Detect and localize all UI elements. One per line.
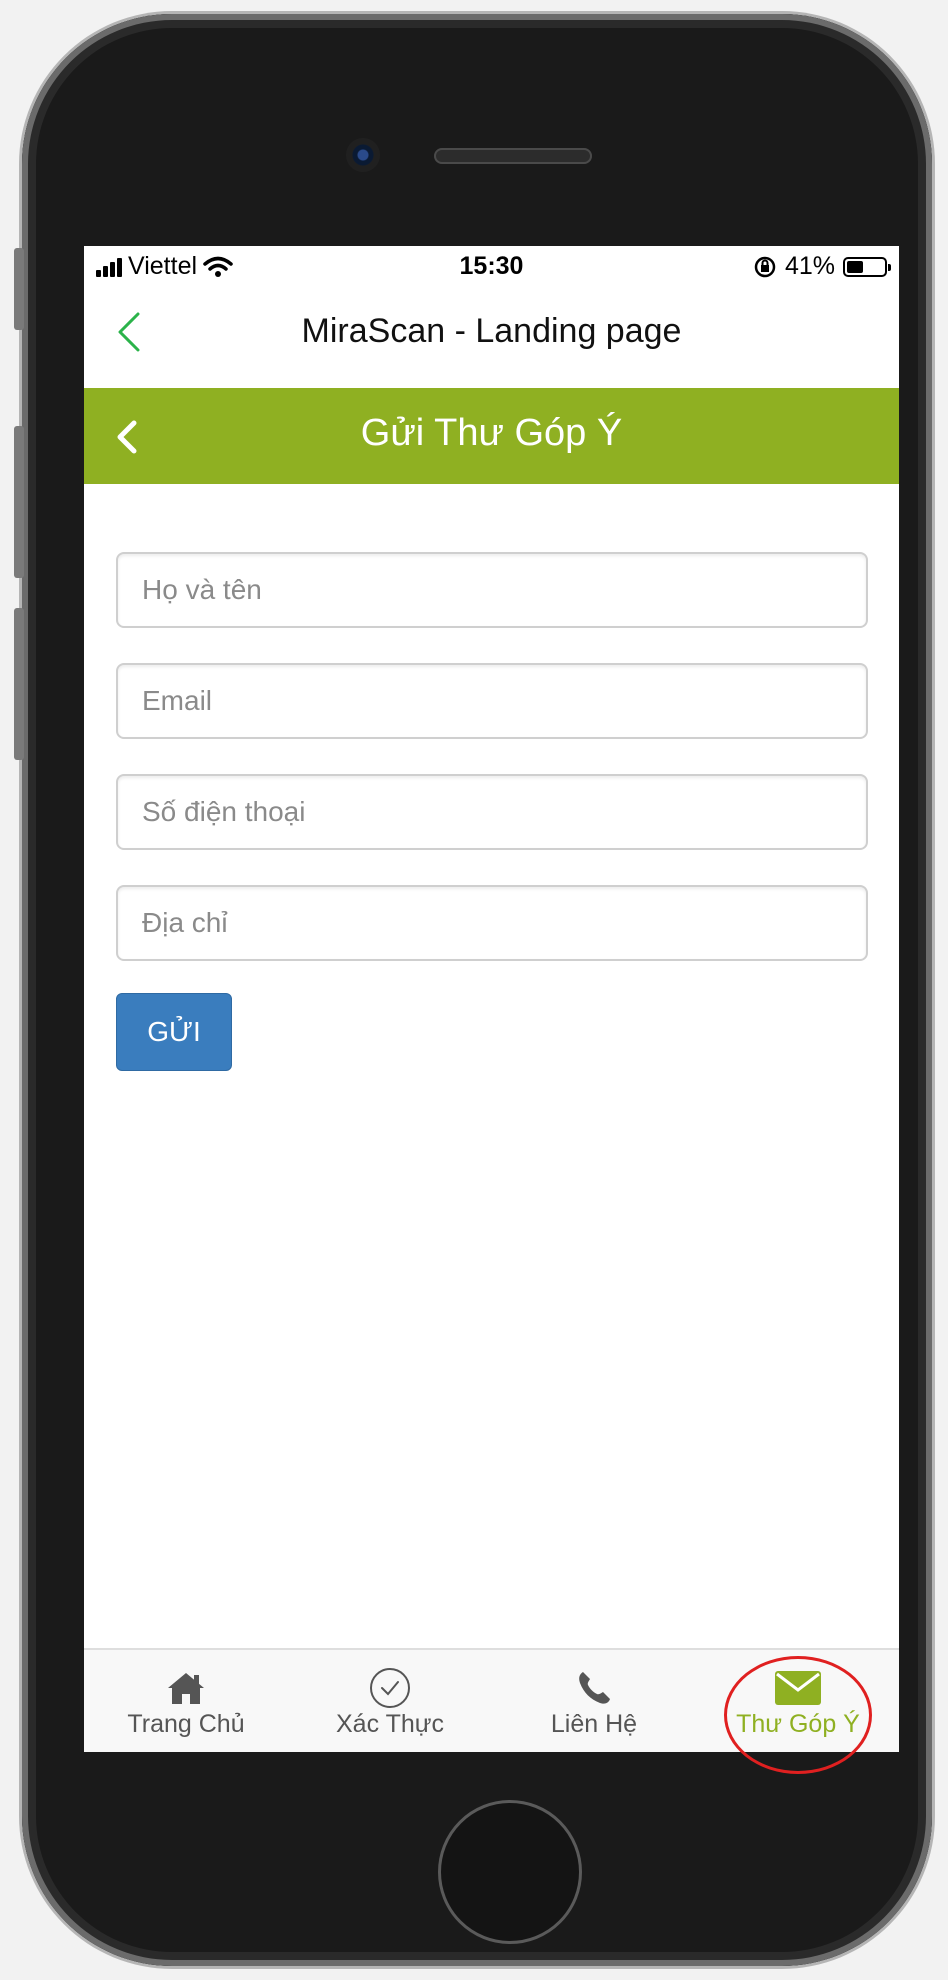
volume-up-button (14, 426, 24, 578)
navigation-bar: MiraScan - Landing page (84, 288, 899, 388)
earpiece-speaker (434, 148, 592, 164)
feedback-form: Họ và tên Email Số điện thoại Địa chỉ GỬ… (116, 552, 868, 1071)
tab-contact[interactable]: Liên Hệ (492, 1650, 696, 1752)
page-header: Gửi Thư Góp Ý (84, 388, 899, 484)
address-field[interactable]: Địa chỉ (116, 885, 868, 961)
silent-switch (14, 248, 24, 330)
battery-percent: 41% (784, 252, 835, 280)
highlight-circle (724, 1656, 872, 1774)
tab-contact-label: Liên Hệ (550, 1710, 638, 1738)
home-button[interactable] (438, 1800, 582, 1944)
status-bar: Viettel 15:30 41% (84, 246, 899, 288)
check-circle-icon (370, 1668, 410, 1708)
page-title: Gửi Thư Góp Ý (360, 412, 623, 454)
tab-home-label: Trang Chủ (127, 1710, 245, 1738)
nav-title: MiraScan - Landing page (301, 312, 682, 350)
tab-verify-label: Xác Thực (336, 1710, 444, 1738)
home-icon (168, 1673, 204, 1704)
tab-verify[interactable]: Xác Thực (288, 1650, 492, 1752)
battery-icon (843, 256, 891, 277)
phone-field[interactable]: Số điện thoại (116, 774, 868, 850)
submit-button[interactable]: GỬI (116, 993, 232, 1071)
screen: Viettel 15:30 41% MiraScan - Landing pag… (84, 246, 899, 1752)
email-field[interactable]: Email (116, 663, 868, 739)
tab-home[interactable]: Trang Chủ (84, 1650, 288, 1752)
name-field[interactable]: Họ và tên (116, 552, 868, 628)
orientation-lock-icon (754, 256, 776, 277)
front-camera (346, 138, 380, 172)
volume-down-button (14, 608, 24, 760)
phone-icon (579, 1672, 610, 1704)
